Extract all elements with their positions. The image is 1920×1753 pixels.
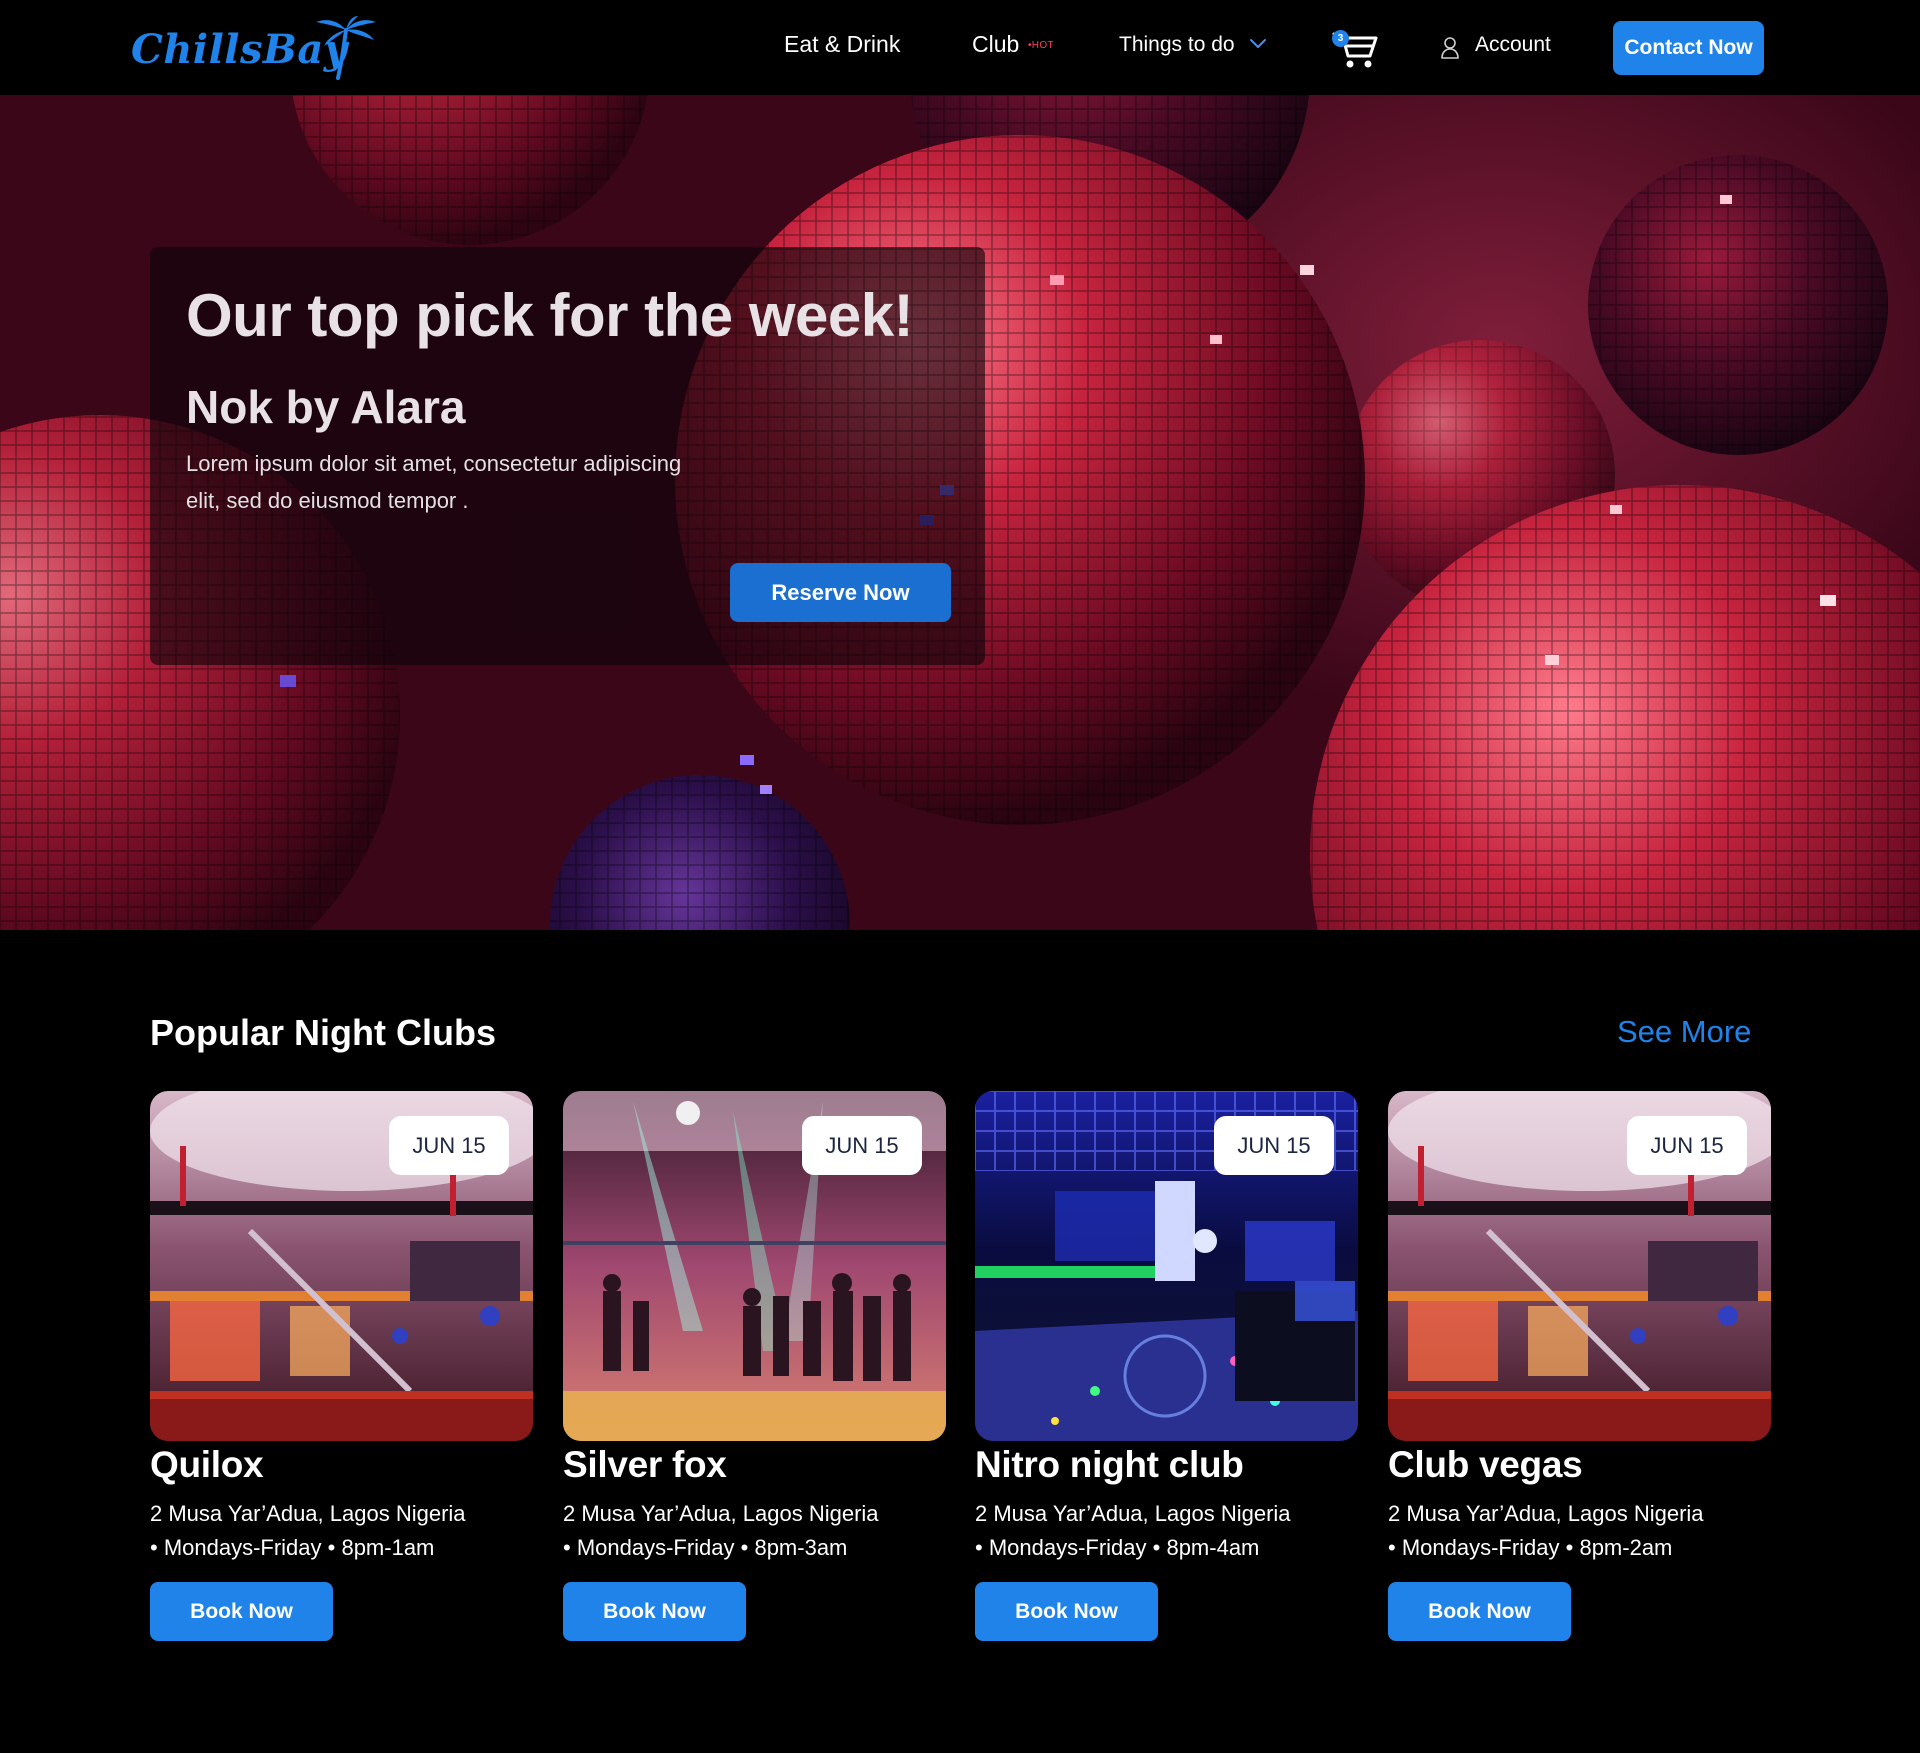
club-hours: • Mondays-Friday • 8pm-4am (975, 1535, 1260, 1560)
club-hours: • Mondays-Friday • 8pm-2am (1388, 1535, 1673, 1560)
nav-eat-drink[interactable]: Eat & Drink (784, 31, 900, 58)
see-more-link[interactable]: See More (1617, 1014, 1751, 1050)
section-title: Popular Night Clubs (150, 1012, 496, 1053)
top-nav: ChillsBay Eat & Drink Club •HOT Things t… (0, 0, 1920, 95)
chillsbay-logo[interactable]: ChillsBay (128, 16, 378, 82)
club-card[interactable]: JUN 15 Quilox 2 Musa Yar’Adua, Lagos Nig… (150, 1091, 533, 1651)
club-address: 2 Musa Yar’Adua, Lagos Nigeria (1388, 1501, 1704, 1526)
hero-venue-name: Nok by Alara (186, 381, 466, 433)
book-now-button[interactable]: Book Now (563, 1582, 746, 1641)
date-badge: JUN 15 (389, 1116, 509, 1175)
nav-club[interactable]: Club (972, 31, 1019, 58)
cart-count-badge: 3 (1332, 30, 1349, 47)
hero-heading: Our top pick for the week! (186, 282, 914, 349)
palm-tree-icon (316, 16, 376, 80)
date-badge: JUN 15 (802, 1116, 922, 1175)
book-now-button[interactable]: Book Now (975, 1582, 1158, 1641)
hero-banner: Our top pick for the week! Nok by Alara … (0, 95, 1920, 930)
club-name[interactable]: Quilox (150, 1444, 264, 1486)
club-address: 2 Musa Yar’Adua, Lagos Nigeria (150, 1501, 466, 1526)
nav-things-to-do[interactable]: Things to do (1119, 33, 1235, 57)
book-now-button[interactable]: Book Now (1388, 1582, 1571, 1641)
date-badge: JUN 15 (1627, 1116, 1747, 1175)
club-card[interactable]: JUN 15 Club vegas 2 Musa Yar’Adua, Lagos… (1388, 1091, 1771, 1651)
reserve-now-button[interactable]: Reserve Now (730, 563, 951, 622)
club-name[interactable]: Club vegas (1388, 1444, 1583, 1486)
club-card[interactable]: JUN 15 Nitro night club 2 Musa Yar’Adua,… (975, 1091, 1358, 1651)
club-hours: • Mondays-Friday • 8pm-1am (150, 1535, 435, 1560)
club-name[interactable]: Nitro night club (975, 1444, 1244, 1486)
hot-badge: •HOT (1028, 40, 1054, 51)
club-card[interactable]: JUN 15 Silver fox 2 Musa Yar’Adua, Lagos… (563, 1091, 946, 1651)
user-icon[interactable] (1440, 36, 1460, 60)
club-hours: • Mondays-Friday • 8pm-3am (563, 1535, 848, 1560)
club-address: 2 Musa Yar’Adua, Lagos Nigeria (975, 1501, 1291, 1526)
club-name[interactable]: Silver fox (563, 1444, 727, 1486)
contact-now-button[interactable]: Contact Now (1613, 21, 1764, 75)
club-address: 2 Musa Yar’Adua, Lagos Nigeria (563, 1501, 879, 1526)
chevron-down-icon[interactable] (1249, 38, 1267, 50)
nav-account[interactable]: Account (1475, 33, 1551, 57)
book-now-button[interactable]: Book Now (150, 1582, 333, 1641)
date-badge: JUN 15 (1214, 1116, 1334, 1175)
hero-description: Lorem ipsum dolor sit amet, consectetur … (186, 451, 682, 513)
